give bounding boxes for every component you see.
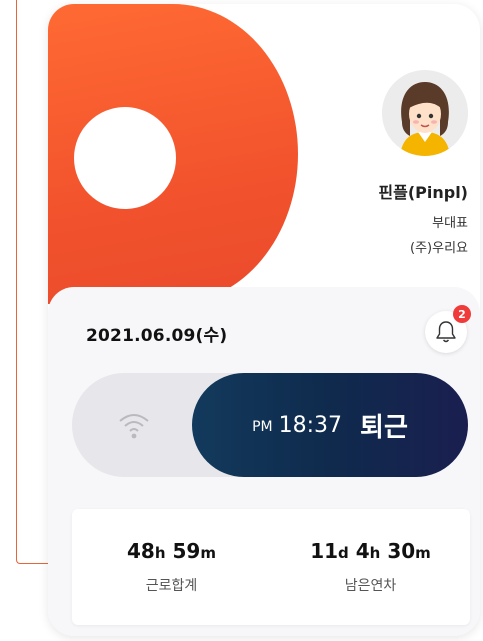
stat-work-total: 48h 59m 근로합계 [72, 539, 271, 595]
work-hours: 48 [127, 539, 155, 563]
leave-hours: 4 [355, 539, 370, 563]
time-period: PM [252, 419, 273, 435]
remaining-leave-value: 11d 4h 30m [271, 539, 470, 563]
profile-company: (주)우리요 [410, 241, 468, 256]
bell-icon [436, 321, 456, 343]
brand-logo-hole [74, 107, 176, 209]
clock-time: 18:37 [278, 412, 343, 438]
notification-badge: 2 [453, 305, 471, 323]
commute-status: 퇴근 [360, 412, 408, 443]
wifi-icon [119, 414, 149, 439]
brand-logo-shape [48, 4, 298, 304]
commute-toggle[interactable]: PM 18:37 퇴근 [72, 373, 468, 477]
commute-toggle-knob[interactable]: PM 18:37 퇴근 [192, 373, 468, 477]
notification-button[interactable]: 2 [425, 305, 471, 353]
hours-unit: h [154, 544, 166, 562]
stat-remaining-leave: 11d 4h 30m 남은연차 [271, 539, 470, 595]
leave-minutes-unit: m [415, 544, 431, 562]
days-unit: d [338, 544, 349, 562]
profile-role: 부대표 [432, 216, 468, 231]
avatar[interactable] [382, 70, 468, 156]
minutes-unit: m [200, 544, 216, 562]
attendance-panel: 2021.06.09(수) 2 PM 18:37 퇴근 48h 59m 근로합계… [48, 287, 480, 636]
avatar-illustration-icon [382, 70, 468, 156]
work-minutes: 59 [172, 539, 201, 563]
work-total-label: 근로합계 [145, 578, 198, 594]
leave-hours-unit: h [369, 544, 381, 562]
leave-days: 11 [310, 539, 339, 563]
work-total-value: 48h 59m [72, 539, 271, 563]
stats-card: 48h 59m 근로합계 11d 4h 30m 남은연차 [72, 509, 470, 625]
current-date: 2021.06.09(수) [86, 326, 228, 346]
profile-name: 핀플(Pinpl) [378, 183, 468, 202]
remaining-leave-label: 남은연차 [344, 578, 397, 594]
profile-card: 핀플(Pinpl) 부대표 (주)우리요 2021.06.09(수) 2 PM … [48, 4, 480, 636]
leave-minutes: 30 [387, 539, 416, 563]
